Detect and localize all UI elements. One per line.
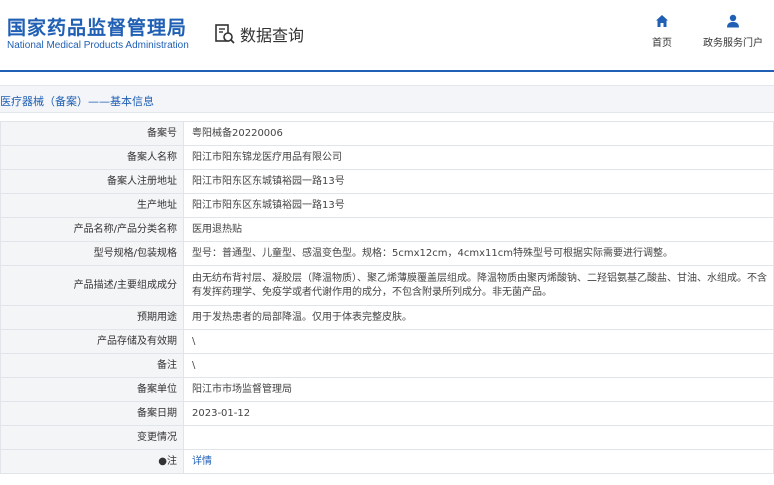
table-row: ●注 详情 <box>0 449 774 474</box>
row-key: 备案人注册地址 <box>0 169 184 194</box>
row-value: 阳江市阳东锦龙医疗用品有限公司 <box>183 145 774 170</box>
row-value: 2023-01-12 <box>183 401 774 426</box>
site-logo-cn[interactable]: 国家药品监督管理局 <box>7 13 187 40</box>
nav-gov-service-label: 政务服务门户 <box>703 38 763 49</box>
row-key: 备注 <box>0 353 184 378</box>
row-key: 型号规格/包装规格 <box>0 241 184 266</box>
table-row: 备案人注册地址 阳江市阳东区东城镇裕园一路13号 <box>0 169 774 194</box>
row-key: 备案人名称 <box>0 145 184 170</box>
table-row: 产品存储及有效期 \ <box>0 329 774 354</box>
page-title-text: 数据查询 <box>240 26 305 45</box>
row-key: 备案单位 <box>0 377 184 402</box>
row-key: 备案号 <box>0 121 184 146</box>
table-row: 变更情况 <box>0 425 774 450</box>
table-row: 产品名称/产品分类名称 医用退热贴 <box>0 217 774 242</box>
details-link[interactable]: 详情 <box>192 456 212 467</box>
data-query-icon <box>214 23 236 45</box>
home-icon <box>627 14 697 28</box>
row-value: 医用退热贴 <box>183 217 774 242</box>
table-row: 产品描述/主要组成成分 由无纺布背衬层、凝胶层（降温物质）、聚乙烯薄膜覆盖层组成… <box>0 265 774 306</box>
table-row: 预期用途 用于发热患者的局部降温。仅用于体表完整皮肤。 <box>0 305 774 330</box>
row-value: 型号：普通型、儿童型、感温变色型。规格：5cmx12cm，4cmx11cm特殊型… <box>183 241 774 266</box>
table-row: 备注 \ <box>0 353 774 378</box>
nav-home-label: 首页 <box>652 38 672 49</box>
row-value: 详情 <box>183 449 774 474</box>
row-key: 预期用途 <box>0 305 184 330</box>
row-value: 由无纺布背衬层、凝胶层（降温物质）、聚乙烯薄膜覆盖层组成。降温物质由聚丙烯酸钠、… <box>183 265 774 306</box>
table-row: 型号规格/包装规格 型号：普通型、儿童型、感温变色型。规格：5cmx12cm，4… <box>0 241 774 266</box>
row-key: 备案日期 <box>0 401 184 426</box>
row-key: 变更情况 <box>0 425 184 450</box>
nav-gov-service[interactable]: 政务服务门户 <box>698 14 768 49</box>
row-value: 阳江市阳东区东城镇裕园一路13号 <box>183 169 774 194</box>
row-value: \ <box>183 329 774 354</box>
table-row: 备案日期 2023-01-12 <box>0 401 774 426</box>
table-row: 备案人名称 阳江市阳东锦龙医疗用品有限公司 <box>0 145 774 170</box>
user-icon <box>698 14 768 28</box>
nav-home[interactable]: 首页 <box>627 14 697 49</box>
row-key: 产品名称/产品分类名称 <box>0 217 184 242</box>
row-value: \ <box>183 353 774 378</box>
row-key: 生产地址 <box>0 193 184 218</box>
row-value: 粤阳械备20220006 <box>183 121 774 146</box>
row-value: 阳江市阳东区东城镇裕园一路13号 <box>183 193 774 218</box>
table-row: 备案号 粤阳械备20220006 <box>0 121 774 146</box>
detail-table: 备案号 粤阳械备20220006 备案人名称 阳江市阳东锦龙医疗用品有限公司 备… <box>0 121 774 474</box>
row-value: 用于发热患者的局部降温。仅用于体表完整皮肤。 <box>183 305 774 330</box>
site-logo-en[interactable]: National Medical Products Administration <box>7 40 189 51</box>
section-header: 医疗器械（备案）——基本信息 <box>0 85 774 113</box>
table-row: 备案单位 阳江市市场监督管理局 <box>0 377 774 402</box>
row-value: 阳江市市场监督管理局 <box>183 377 774 402</box>
row-key: 产品描述/主要组成成分 <box>0 265 184 306</box>
section-title: 医疗器械（备案）——基本信息 <box>0 95 154 108</box>
row-key: 产品存储及有效期 <box>0 329 184 354</box>
row-key: ●注 <box>0 449 184 474</box>
row-value <box>183 425 774 450</box>
site-header: 国家药品监督管理局 National Medical Products Admi… <box>0 0 774 72</box>
page-title: 数据查询 <box>214 20 304 48</box>
table-row: 生产地址 阳江市阳东区东城镇裕园一路13号 <box>0 193 774 218</box>
